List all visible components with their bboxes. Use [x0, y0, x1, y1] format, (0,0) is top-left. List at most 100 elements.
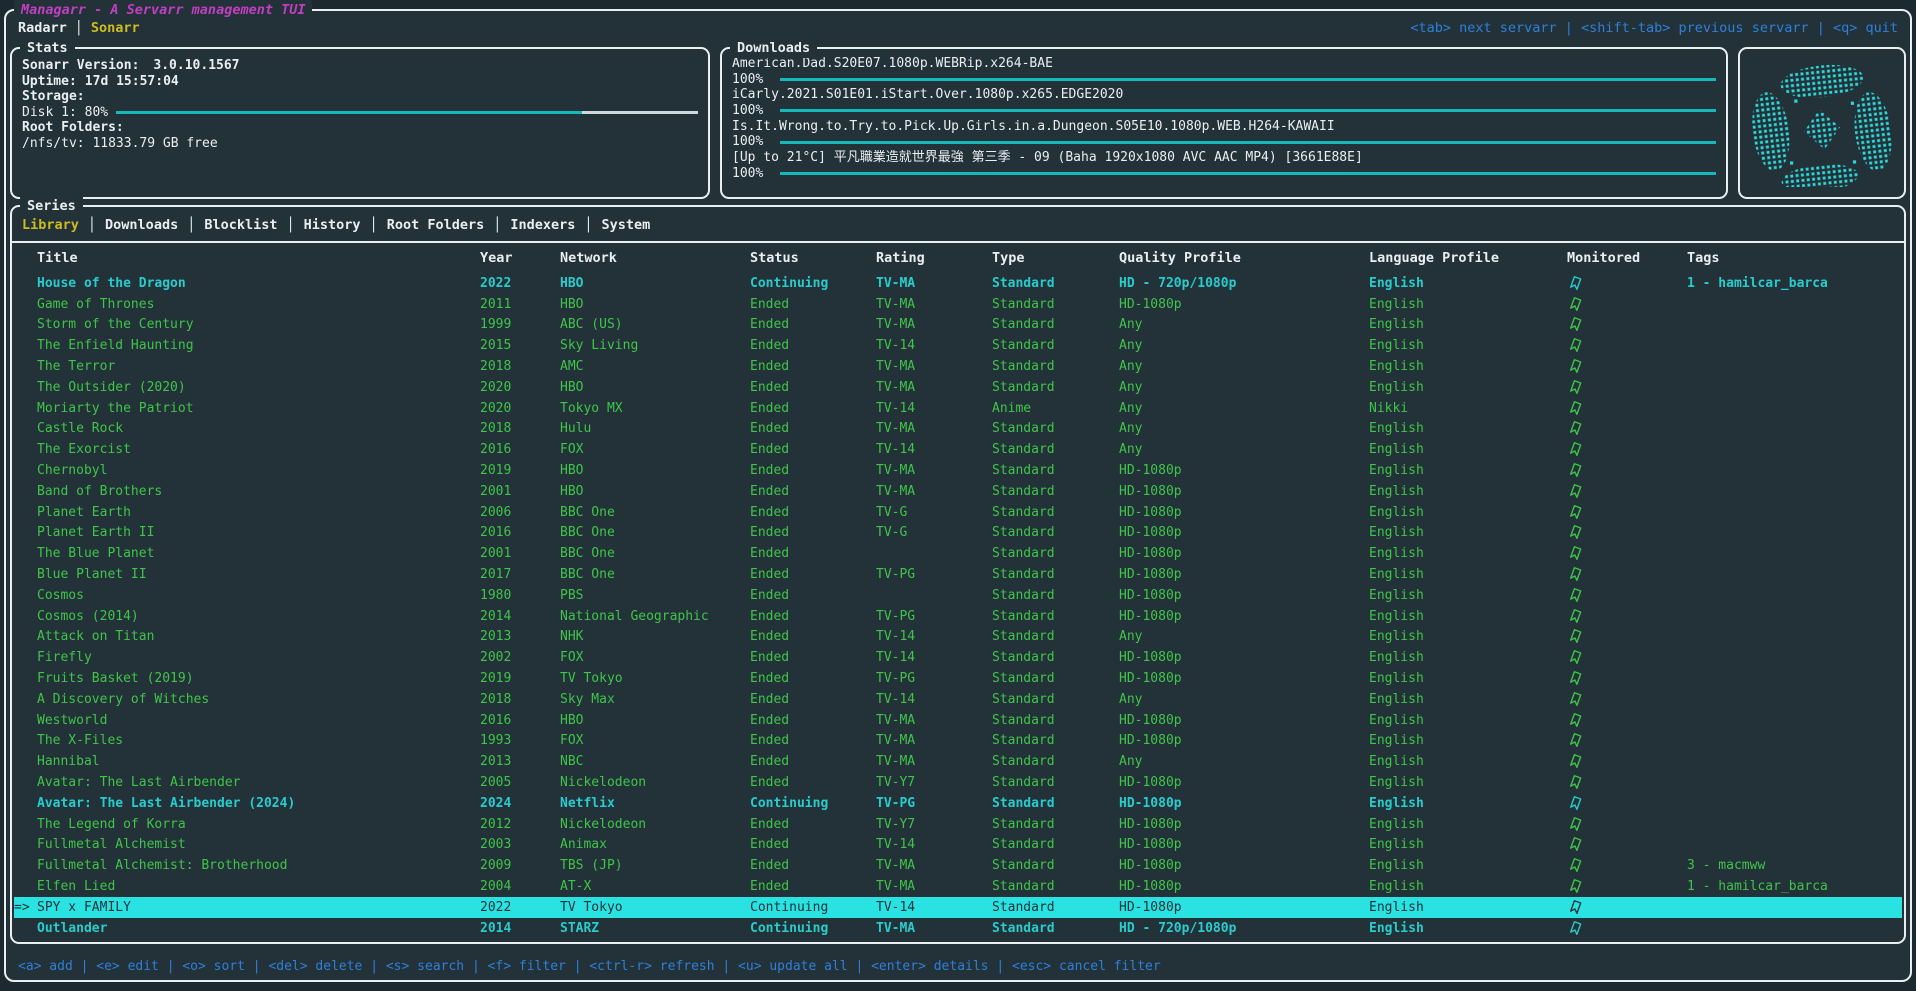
tab-separator: │ [575, 217, 601, 233]
cell-quality-profile: Any [1119, 421, 1369, 436]
cell-monitored [1567, 733, 1687, 748]
download-item-name[interactable]: iCarly.2021.S01E01.iStart.Over.1080p.x26… [732, 87, 1716, 103]
cell-type: Standard [992, 692, 1119, 707]
table-row[interactable]: Planet Earth2006BBC OneEndedTV-GStandard… [14, 502, 1902, 523]
table-row[interactable]: Elfen Lied2004AT-XEndedTV-MAStandardHD-1… [14, 876, 1902, 897]
table-row[interactable]: Cosmos1980PBSEndedStandardHD-1080pEnglis… [14, 585, 1902, 606]
cell-language-profile: English [1369, 671, 1567, 686]
cell-type: Standard [992, 629, 1119, 644]
cell-quality-profile: HD-1080p [1119, 650, 1369, 665]
cell-quality-profile: HD-1080p [1119, 796, 1369, 811]
disk-label: Disk 1: 80% [22, 105, 108, 121]
cell-title: Fullmetal Alchemist: Brotherhood [37, 858, 480, 873]
cell-language-profile: English [1369, 567, 1567, 582]
series-tab-root-folders[interactable]: Root Folders [387, 217, 485, 233]
cell-quality-profile: HD-1080p [1119, 713, 1369, 728]
cell-year: 2013 [480, 754, 560, 769]
cell-status: Ended [750, 650, 876, 665]
table-row[interactable]: Fruits Basket (2019)2019TV TokyoEndedTV-… [14, 668, 1902, 689]
series-tab-blocklist[interactable]: Blocklist [204, 217, 277, 233]
cell-network: Sky Max [560, 692, 750, 707]
bookmark-icon [1569, 380, 1582, 395]
managarr-logo-icon [1747, 59, 1897, 187]
cell-title: Fullmetal Alchemist [37, 837, 480, 852]
table-row[interactable]: House of the Dragon2022HBOContinuingTV-M… [14, 273, 1902, 294]
table-row[interactable]: Fullmetal Alchemist: Brotherhood2009TBS … [14, 855, 1902, 876]
table-row[interactable]: Hannibal2013NBCEndedTV-MAStandardAnyEngl… [14, 751, 1902, 772]
cell-type: Standard [992, 338, 1119, 353]
cell-type: Standard [992, 671, 1119, 686]
tab-radarr[interactable]: Radarr [18, 20, 67, 36]
root-folders-label: Root Folders: [22, 120, 124, 136]
cell-language-profile: English [1369, 817, 1567, 832]
stats-body: Sonarr Version: 3.0.10.1567 Uptime: 17d … [12, 49, 708, 152]
series-tab-downloads[interactable]: Downloads [105, 217, 178, 233]
series-tab-history[interactable]: History [304, 217, 361, 233]
cell-rating: TV-G [876, 505, 992, 520]
table-row[interactable]: Cosmos (2014)2014National GeographicEnde… [14, 606, 1902, 627]
cell-quality-profile: Any [1119, 380, 1369, 395]
cell-network: NHK [560, 629, 750, 644]
cell-quality-profile: HD-1080p [1119, 546, 1369, 561]
cell-year: 2001 [480, 546, 560, 561]
table-row[interactable]: Westworld2016HBOEndedTV-MAStandardHD-108… [14, 710, 1902, 731]
table-row[interactable]: Planet Earth II2016BBC OneEndedTV-GStand… [14, 523, 1902, 544]
tab-sonarr[interactable]: Sonarr [91, 20, 140, 36]
table-row[interactable]: The Outsider (2020)2020HBOEndedTV-MAStan… [14, 377, 1902, 398]
table-row[interactable]: The Terror2018AMCEndedTV-MAStandardAnyEn… [14, 356, 1902, 377]
table-row[interactable]: Castle Rock2018HuluEndedTV-MAStandardAny… [14, 419, 1902, 440]
cell-rating: TV-MA [876, 276, 992, 291]
cell-type: Standard [992, 546, 1119, 561]
series-tabs: Library│Downloads│Blocklist│History│Root… [12, 207, 1904, 241]
cell-language-profile: English [1369, 505, 1567, 520]
table-row[interactable]: Firefly2002FOXEndedTV-14StandardHD-1080p… [14, 647, 1902, 668]
bookmark-icon [1569, 546, 1582, 561]
table-row[interactable]: The Exorcist2016FOXEndedTV-14StandardAny… [14, 439, 1902, 460]
table-row[interactable]: The X-Files1993FOXEndedTV-MAStandardHD-1… [14, 731, 1902, 752]
cell-network: HBO [560, 713, 750, 728]
series-tab-system[interactable]: System [602, 217, 651, 233]
col-header-tags: Tags [1687, 250, 1902, 266]
table-row[interactable]: A Discovery of Witches2018Sky MaxEndedTV… [14, 689, 1902, 710]
cell-status: Ended [750, 879, 876, 894]
cell-tags: 3 - macmww [1687, 858, 1902, 873]
cell-rating: TV-Y7 [876, 817, 992, 832]
table-row[interactable]: Avatar: The Last Airbender (2024)2024Net… [14, 793, 1902, 814]
table-row[interactable]: The Legend of Korra2012NickelodeonEndedT… [14, 814, 1902, 835]
table-row[interactable]: The Blue Planet2001BBC OneEndedStandardH… [14, 543, 1902, 564]
cell-network: Animax [560, 837, 750, 852]
table-row[interactable]: Moriarty the Patriot2020Tokyo MXEndedTV-… [14, 398, 1902, 419]
table-row[interactable]: Band of Brothers2001HBOEndedTV-MAStandar… [14, 481, 1902, 502]
download-item-progress: 100% [732, 103, 1716, 119]
tab-separator: │ [67, 20, 91, 36]
table-row[interactable]: Outlander2014STARZContinuingTV-MAStandar… [14, 918, 1902, 939]
bookmark-icon [1569, 442, 1582, 457]
stats-panel-title: Stats [20, 38, 75, 58]
download-item-progress: 100% [732, 72, 1716, 88]
cell-type: Standard [992, 733, 1119, 748]
table-row[interactable]: Game of Thrones2011HBOEndedTV-MAStandard… [14, 294, 1902, 315]
table-row[interactable]: Fullmetal Alchemist2003AnimaxEndedTV-14S… [14, 835, 1902, 856]
cell-title: Blue Planet II [37, 567, 480, 582]
cell-monitored [1567, 276, 1687, 291]
series-tab-indexers[interactable]: Indexers [510, 217, 575, 233]
table-row[interactable]: The Enfield Haunting2015Sky LivingEndedT… [14, 335, 1902, 356]
table-row[interactable]: Chernobyl2019HBOEndedTV-MAStandardHD-108… [14, 460, 1902, 481]
download-item-name[interactable]: [Up to 21°C] 平凡職業造就世界最強 第三季 - 09 (Baha 1… [732, 150, 1716, 166]
download-item-name[interactable]: Is.It.Wrong.to.Try.to.Pick.Up.Girls.in.a… [732, 119, 1716, 135]
series-tab-library[interactable]: Library [22, 217, 79, 233]
cell-year: 2018 [480, 359, 560, 374]
cell-title: Moriarty the Patriot [37, 401, 480, 416]
cell-monitored [1567, 359, 1687, 374]
download-item-name[interactable]: American.Dad.S20E07.1080p.WEBRip.x264-BA… [732, 56, 1716, 72]
cell-language-profile: English [1369, 359, 1567, 374]
bookmark-icon [1569, 484, 1582, 499]
table-row[interactable]: Blue Planet II2017BBC OneEndedTV-PGStand… [14, 564, 1902, 585]
table-row[interactable]: Attack on Titan2013NHKEndedTV-14Standard… [14, 627, 1902, 648]
table-row[interactable]: =>SPY x FAMILY2022TV TokyoContinuingTV-1… [14, 897, 1902, 918]
cell-status: Ended [750, 817, 876, 832]
table-row[interactable]: Storm of the Century1999ABC (US)EndedTV-… [14, 315, 1902, 336]
table-row[interactable]: Avatar: The Last Airbender2005Nickelodeo… [14, 772, 1902, 793]
uptime-value: 17d 15:57:04 [85, 74, 179, 90]
cell-network: HBO [560, 380, 750, 395]
